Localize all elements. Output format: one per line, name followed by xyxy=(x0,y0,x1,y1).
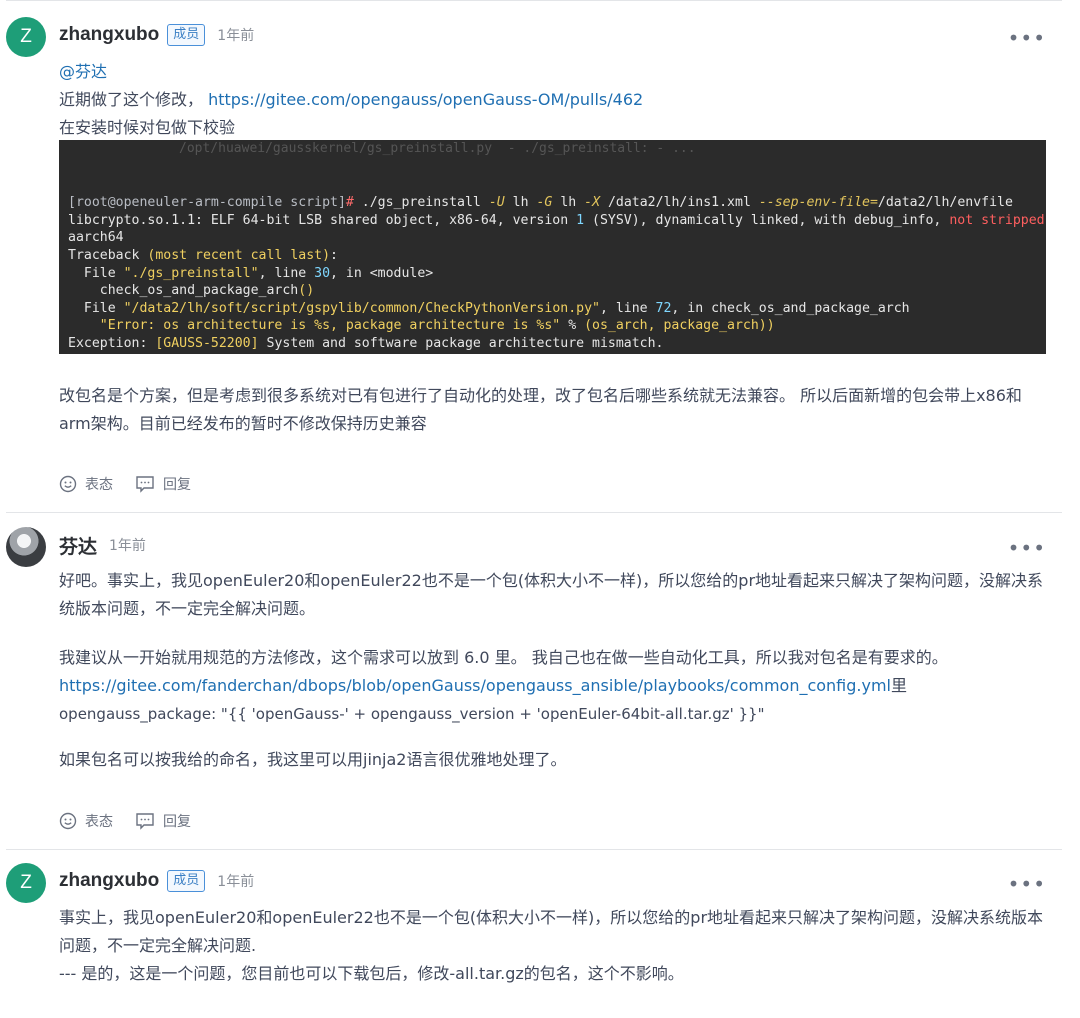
terminal-faded-line: /opt/huawei/gausskernel/gs_preinstall.py… xyxy=(179,141,696,156)
reply-button[interactable]: 回复 xyxy=(135,811,191,831)
smiley-icon xyxy=(59,812,77,830)
comment-actions: 表态 回复 xyxy=(59,474,213,494)
username[interactable]: 芬达 xyxy=(59,532,97,559)
react-label: 表态 xyxy=(85,814,113,830)
comment-divider xyxy=(6,512,1062,513)
code-line: opengauss_package: "{{ 'openGauss-' + op… xyxy=(59,705,765,723)
reply-label: 回复 xyxy=(163,814,191,830)
comment-header: 芬达 1年前 xyxy=(59,530,146,560)
avatar[interactable]: Z xyxy=(6,17,46,57)
react-button[interactable]: 表态 xyxy=(59,811,113,831)
timestamp: 1年前 xyxy=(109,538,146,554)
more-options-icon[interactable]: ••• xyxy=(1008,872,1046,896)
comment-text: 好吧。事实上，我见openEuler20和openEuler22也不是一个包(体… xyxy=(59,571,1044,618)
comment-header: zhangxubo 成员 1年前 xyxy=(59,866,254,896)
avatar[interactable]: Z xyxy=(6,863,46,903)
comment-text: https://gitee.com/fanderchan/dbops/blob/… xyxy=(59,676,908,695)
timestamp: 1年前 xyxy=(217,874,255,890)
comment-text: 在安装时候对包做下校验 xyxy=(59,118,236,137)
react-label: 表态 xyxy=(85,477,113,493)
terminal-line: Error: os architecture is aarch64, packa… xyxy=(68,353,1046,355)
more-options-icon[interactable]: ••• xyxy=(1008,26,1046,50)
config-file-link[interactable]: https://gitee.com/fanderchan/dbops/blob/… xyxy=(59,676,891,695)
terminal-line: libcrypto.so.1.1: ELF 64-bit LSB shared … xyxy=(68,212,1045,228)
smiley-icon xyxy=(59,475,77,493)
terminal-line: "Error: os architecture is %s, package a… xyxy=(68,318,775,334)
more-options-icon[interactable]: ••• xyxy=(1008,536,1046,560)
pull-request-link[interactable]: https://gitee.com/opengauss/openGauss-OM… xyxy=(208,90,643,109)
comment-text: 事实上，我见openEuler20和openEuler22也不是一个包(体积大小… xyxy=(59,908,1044,955)
reply-label: 回复 xyxy=(163,477,191,493)
avatar[interactable] xyxy=(6,527,46,567)
comment-text: 我建议从一开始就用规范的方法修改，这个需求可以放到 6.0 里。 我自己也在做一… xyxy=(59,648,948,667)
comment-text: 改包名是个方案，但是考虑到很多系统对已有包进行了自动化的处理，改了包名后哪些系统… xyxy=(59,386,1022,433)
terminal-line: File "./gs_preinstall", line 30, in <mod… xyxy=(68,265,434,281)
reply-button[interactable]: 回复 xyxy=(135,474,191,494)
terminal-line: aarch64 xyxy=(68,230,124,246)
comment-header: zhangxubo 成员 1年前 xyxy=(59,20,254,50)
comment-text: --- 是的，这是一个问题，您目前也可以下载包后，修改-all.tar.gz的包… xyxy=(59,964,684,983)
react-button[interactable]: 表态 xyxy=(59,474,113,494)
username[interactable]: zhangxubo xyxy=(59,870,159,892)
username[interactable]: zhangxubo xyxy=(59,24,159,46)
terminal-line: File "/data2/lh/soft/script/gspylib/comm… xyxy=(68,300,910,316)
terminal-line: Traceback (most recent call last): xyxy=(68,247,338,263)
terminal-line: [root@openeuler-arm-compile script]# ./g… xyxy=(68,195,1013,211)
comment-divider xyxy=(6,849,1062,850)
member-badge: 成员 xyxy=(167,24,206,46)
terminal-line: Exception: [GAUSS-52200] System and soft… xyxy=(68,335,664,351)
top-divider xyxy=(6,0,1062,1)
reply-icon xyxy=(136,813,154,830)
comment-actions: 表态 回复 xyxy=(59,811,213,831)
comment-text: 近期做了这个修改， https://gitee.com/opengauss/op… xyxy=(59,90,644,109)
comment-text: 如果包名可以按我给的命名，我这里可以用jinja2语言很优雅地处理了。 xyxy=(59,750,567,769)
reply-icon xyxy=(136,476,154,493)
timestamp: 1年前 xyxy=(217,28,255,44)
mention[interactable]: @芬达 xyxy=(59,58,107,86)
terminal-line: check_os_and_package_arch() xyxy=(68,283,315,299)
terminal-screenshot: /opt/huawei/gausskernel/gs_preinstall.py… xyxy=(59,140,1046,354)
member-badge: 成员 xyxy=(167,870,206,892)
